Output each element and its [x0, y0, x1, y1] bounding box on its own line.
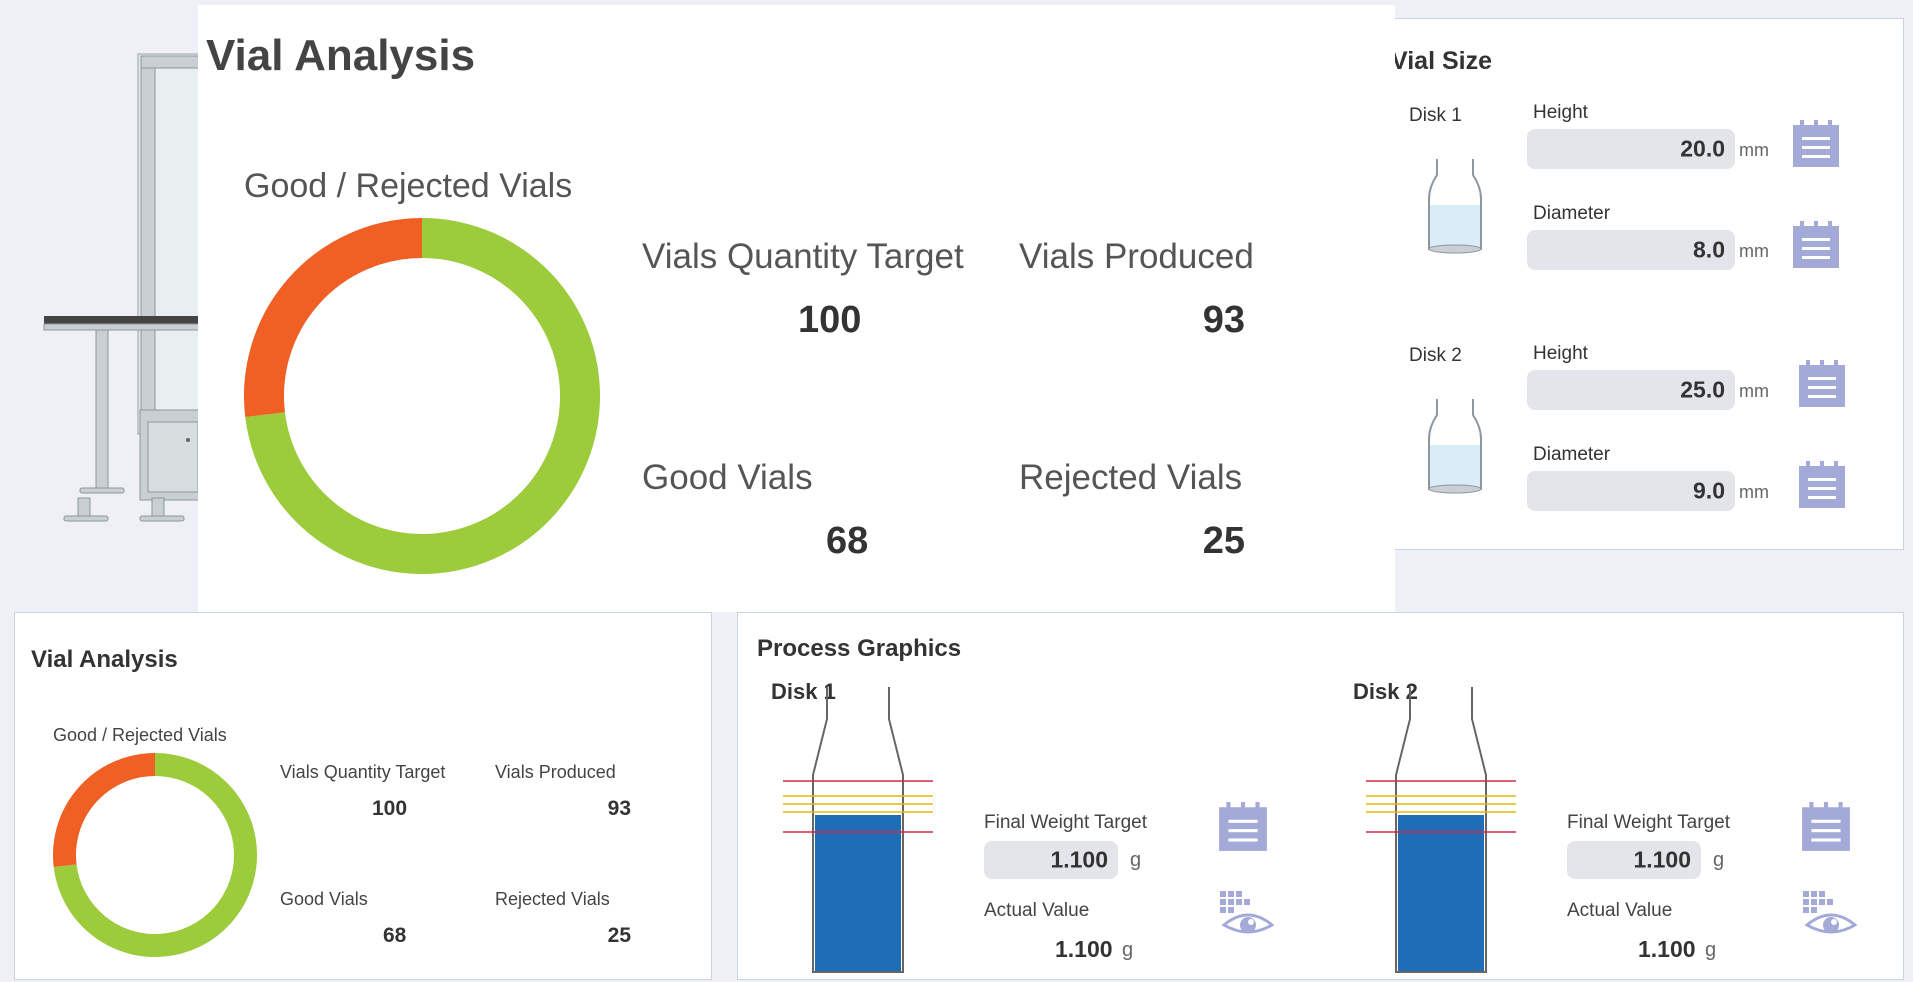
disk1-fwt-label: Final Weight Target: [984, 812, 1147, 833]
rejected-label-large: Rejected Vials: [1019, 458, 1243, 497]
rejected-value-large: 25: [1202, 520, 1245, 562]
vial-analysis-small-panel: Vial Analysis Good / Rejected Vials Vial…: [14, 612, 712, 980]
donut-chart-small: [53, 753, 257, 957]
vial-size-title: Vial Size: [1391, 47, 1492, 75]
produced-value-large: 93: [1202, 299, 1245, 341]
notepad-icon[interactable]: [1791, 119, 1841, 169]
notepad-icon[interactable]: [1797, 359, 1847, 409]
donut-title-large: Good / Rejected Vials: [244, 167, 573, 205]
donut-slice-rejected-vials: [53, 753, 156, 868]
good-label-small: Good Vials: [280, 889, 368, 909]
rejected-value-small: 25: [607, 924, 631, 947]
disk1-actual-value: 1.100: [1055, 936, 1113, 962]
target-value-small: 100: [372, 797, 408, 820]
target-label-small: Vials Quantity Target: [280, 762, 446, 782]
eye-icon[interactable]: [1801, 889, 1857, 939]
process-graphics-title: Process Graphics: [757, 635, 962, 662]
disk2-fwt-label: Final Weight Target: [1567, 812, 1730, 833]
donut-slice-rejected-vials: [244, 218, 423, 417]
good-value-small: 68: [383, 924, 407, 947]
rejected-label-small: Rejected Vials: [495, 889, 610, 909]
vial-analysis-large-title: Vial Analysis: [206, 31, 476, 80]
disk1-fwt-unit: g: [1130, 849, 1142, 871]
notepad-icon[interactable]: [1791, 220, 1841, 270]
disk2-actual-unit: g: [1705, 939, 1717, 961]
disk2-diameter-unit: mm: [1739, 482, 1769, 502]
disk1-actual-unit: g: [1122, 939, 1134, 961]
disk2-fwt-unit: g: [1713, 849, 1725, 871]
produced-label-small: Vials Produced: [495, 762, 616, 782]
disk2-height-label: Height: [1533, 343, 1588, 364]
disk1-fwt-field[interactable]: 1.100: [984, 841, 1118, 879]
disk1-diameter-label: Diameter: [1533, 203, 1611, 224]
disk2-fill-vial: [1366, 687, 1516, 973]
produced-label-large: Vials Produced: [1019, 237, 1254, 276]
notepad-icon[interactable]: [1800, 801, 1852, 853]
target-value-large: 100: [798, 299, 862, 341]
vial-icon: [1428, 399, 1482, 494]
disk2-height-unit: mm: [1739, 381, 1769, 401]
disk2-height-field[interactable]: 25.0: [1527, 370, 1735, 410]
vial-analysis-small-title: Vial Analysis: [31, 646, 178, 673]
notepad-icon[interactable]: [1217, 801, 1269, 853]
disk2-diameter-field[interactable]: 9.0: [1527, 471, 1735, 511]
vial-size-panel: Vial Size Disk 1 Height 20.0 mm Diameter…: [1368, 18, 1904, 550]
machine-illustration: [43, 53, 200, 522]
disk1-diameter-field[interactable]: 8.0: [1527, 230, 1735, 270]
produced-value-small: 93: [607, 797, 631, 820]
vial-icon: [1428, 159, 1482, 254]
disk2-actual-label: Actual Value: [1567, 900, 1673, 921]
target-label-large: Vials Quantity Target: [642, 237, 964, 276]
good-value-large: 68: [826, 520, 869, 562]
donut-chart-large: [244, 218, 600, 574]
disk2-fwt-field[interactable]: 1.100: [1567, 841, 1701, 879]
vial-analysis-large-panel: Vial Analysis Good / Rejected Vials Vial…: [198, 5, 1395, 612]
process-graphics-panel: Process Graphics Disk 1 Final Weight Tar…: [737, 612, 1904, 980]
disk1-label: Disk 1: [1409, 105, 1462, 126]
notepad-icon[interactable]: [1797, 460, 1847, 510]
disk1-fill-vial: [783, 687, 933, 973]
disk1-height-field[interactable]: 20.0: [1527, 129, 1735, 169]
disk1-height-unit: mm: [1739, 140, 1769, 160]
disk1-diameter-unit: mm: [1739, 241, 1769, 261]
disk2-label: Disk 2: [1409, 345, 1462, 366]
eye-icon[interactable]: [1218, 889, 1274, 939]
disk1-actual-label: Actual Value: [984, 900, 1090, 921]
disk1-height-label: Height: [1533, 102, 1588, 123]
disk2-actual-value: 1.100: [1638, 936, 1696, 962]
disk2-diameter-label: Diameter: [1533, 444, 1611, 465]
good-label-large: Good Vials: [642, 458, 813, 497]
donut-title-small: Good / Rejected Vials: [53, 725, 227, 745]
